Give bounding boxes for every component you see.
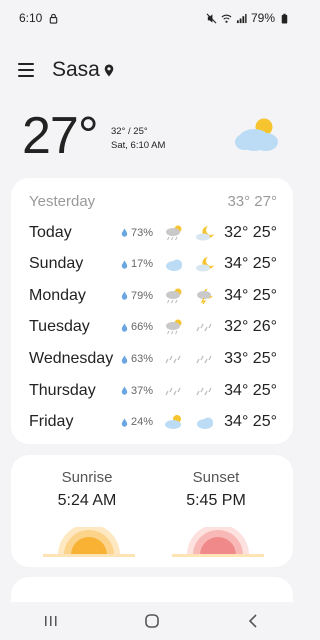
rain-icon — [165, 355, 181, 364]
forecast-day: Today — [29, 223, 72, 241]
rain-icon — [196, 324, 212, 332]
current-temperature: 27° — [22, 107, 99, 165]
forecast-day: Thursday — [29, 381, 96, 399]
wifi-icon — [221, 14, 232, 23]
back-icon — [249, 614, 257, 628]
precip-probability: 37% — [121, 385, 161, 397]
raindrop-icon — [121, 418, 128, 427]
precip-value: 79% — [131, 289, 154, 302]
current-datetime: Sat, 6:10 AM — [111, 140, 166, 151]
battery-percent: 79% — [250, 11, 275, 25]
menu-icon[interactable] — [18, 63, 34, 77]
forecast-row[interactable]: Wednesday 63% 33° 25° — [29, 344, 283, 374]
cloud-icon — [166, 259, 182, 272]
precip-value: 24% — [131, 416, 154, 429]
forecast-row[interactable]: Tuesday 66% 32° 26° — [29, 312, 283, 342]
precip-value: 37% — [131, 384, 154, 397]
rain-icon — [165, 387, 181, 395]
raindrop-icon — [121, 323, 128, 332]
precip-probability: 79% — [121, 290, 161, 302]
sunrise-block: Sunrise 5:24 AM — [27, 469, 147, 510]
forecast-temps: 34° 25° — [224, 381, 277, 399]
sunrise-time: 5:24 AM — [57, 492, 117, 509]
rain-icon — [196, 355, 212, 364]
sun-rain-icon — [166, 319, 182, 335]
header: Sasa — [18, 58, 114, 82]
home-icon — [145, 614, 159, 628]
rain-icon — [196, 387, 212, 395]
partly-cloudy-icon — [235, 118, 278, 151]
high-low: 32° / 25° — [111, 126, 148, 137]
precip-value: 73% — [131, 226, 154, 239]
forecast-card: Yesterday 33° 27° Today 73% 32° 25° Sunday 17%… — [11, 178, 293, 444]
mute-icon — [206, 13, 217, 23]
current-info: 32° / 25° Sat, 6:10 AM — [111, 125, 165, 153]
location-pin-icon — [104, 64, 114, 76]
sun-rain-icon — [166, 288, 182, 304]
raindrop-icon — [121, 355, 128, 364]
forecast-day: Monday — [29, 286, 86, 304]
lock-icon — [50, 13, 58, 24]
forecast-temps: 33° 27° — [227, 192, 277, 210]
forecast-temps: 34° 25° — [224, 255, 277, 273]
sunset-icon — [172, 527, 264, 557]
precip-value: 66% — [131, 321, 154, 334]
back-button[interactable] — [233, 606, 273, 636]
status-bar: 6:10 79% — [0, 0, 304, 36]
forecast-row[interactable]: Thursday 37% 34° 25° — [29, 376, 283, 406]
recent-apps-icon — [44, 616, 57, 626]
home-button[interactable] — [132, 606, 172, 636]
cloud-icon — [197, 417, 213, 430]
sunset-time: 5:45 PM — [186, 492, 246, 509]
raindrop-icon — [121, 260, 128, 269]
precip-probability: 17% — [121, 258, 161, 270]
forecast-row[interactable]: Yesterday 33° 27° — [29, 186, 283, 216]
recent-apps-button[interactable] — [31, 606, 71, 636]
forecast-day: Sunday — [29, 255, 84, 273]
forecast-day: Tuesday — [29, 318, 90, 336]
forecast-temps: 34° 25° — [224, 413, 277, 431]
location-name[interactable]: Sasa — [52, 58, 100, 82]
forecast-row[interactable]: Today 73% 32° 25° — [29, 218, 283, 248]
moon-cloud-icon — [196, 225, 214, 241]
sunrise-label: Sunrise — [61, 469, 113, 486]
forecast-row[interactable]: Sunday 17% 34° 25° — [29, 249, 283, 279]
raindrop-icon — [121, 386, 128, 395]
precip-value: 63% — [131, 353, 154, 365]
raindrop-icon — [121, 291, 128, 300]
precip-probability: 66% — [121, 321, 161, 333]
precip-probability: 24% — [121, 416, 161, 428]
sunset-block: Sunset 5:45 PM — [156, 469, 276, 510]
sunset-label: Sunset — [192, 469, 240, 486]
forecast-temps: 34° 25° — [224, 286, 277, 304]
moon-cloud-icon — [196, 257, 214, 272]
forecast-temps: 32° 25° — [224, 223, 277, 241]
forecast-temps: 32° 26° — [224, 318, 277, 336]
precip-probability: 63% — [121, 353, 161, 365]
battery-icon — [281, 13, 288, 24]
thunder-moon-icon — [197, 288, 213, 304]
forecast-temps: 33° 25° — [224, 350, 277, 367]
signal-icon — [236, 13, 247, 23]
precip-probability: 73% — [121, 227, 161, 239]
forecast-row[interactable]: Monday 79% 34° 25° — [29, 281, 283, 311]
current-conditions: 27° 32° / 25° Sat, 6:10 AM — [22, 108, 284, 164]
sun-cloud-icon — [165, 415, 181, 430]
forecast-day: Yesterday — [29, 192, 96, 210]
navigation-bar — [0, 602, 304, 640]
status-time: 6:10 — [19, 11, 43, 25]
forecast-day: Friday — [29, 413, 74, 431]
forecast-day: Wednesday — [29, 350, 114, 367]
raindrop-icon — [121, 228, 128, 237]
forecast-row[interactable]: Friday 24% 34° 25° — [29, 407, 283, 437]
sunrise-icon — [43, 527, 135, 557]
sun-card: Sunrise 5:24 AM Sunset 5:45 PM — [11, 455, 293, 567]
sun-rain-icon — [166, 225, 182, 240]
precip-value: 17% — [131, 258, 154, 271]
